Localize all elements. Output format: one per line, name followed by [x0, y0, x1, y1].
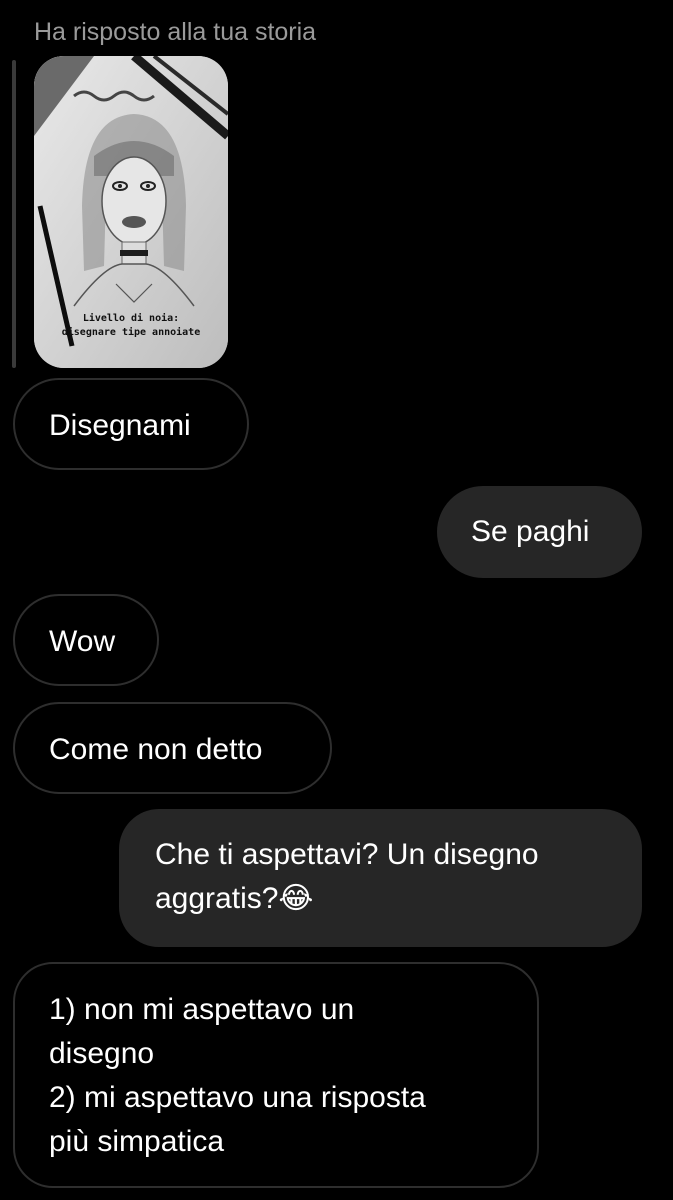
message-received-come-non-detto[interactable]: Come non detto: [13, 702, 332, 794]
story-caption: Livello di noia: disegnare tipe annoiate: [34, 312, 228, 340]
story-thumbnail[interactable]: Livello di noia: disegnare tipe annoiate: [34, 56, 228, 368]
message-text-line-2-words: aggratis?: [155, 882, 279, 915]
message-sent-che-ti-aspettavi[interactable]: Che ti aspettavi? Un disegno aggratis?😂: [119, 809, 642, 947]
message-sent-se-paghi[interactable]: Se paghi: [437, 486, 642, 578]
tears-of-joy-emoji-icon: 😂: [278, 881, 314, 916]
story-reply-label: Ha risposto alla tua storia: [34, 18, 317, 46]
message-text-line-2: aggratis?😂: [155, 877, 606, 921]
message-text-line-1: 1) non mi aspettavo un: [49, 993, 355, 1026]
story-reply-bar: [12, 60, 16, 368]
message-text: Come non detto: [49, 733, 263, 766]
message-received-disegnami[interactable]: Disegnami: [13, 378, 249, 470]
message-text-line-4: più simpatica: [49, 1125, 225, 1158]
message-text-line-1: Che ti aspettavi? Un disegno: [155, 838, 539, 871]
message-text-line-2: disegno: [49, 1037, 155, 1070]
message-text: Disegnami: [49, 409, 191, 442]
message-text: Se paghi: [471, 515, 590, 548]
story-caption-line-1: Livello di noia:: [82, 313, 180, 324]
message-text: Wow: [49, 625, 116, 658]
message-received-numbered-reply[interactable]: 1) non mi aspettavo un disegno 2) mi asp…: [13, 962, 539, 1188]
story-caption-line-2: disegnare tipe annoiate: [61, 327, 201, 338]
message-text-line-3: 2) mi aspettavo una risposta: [49, 1081, 426, 1114]
message-received-wow[interactable]: Wow: [13, 594, 159, 686]
